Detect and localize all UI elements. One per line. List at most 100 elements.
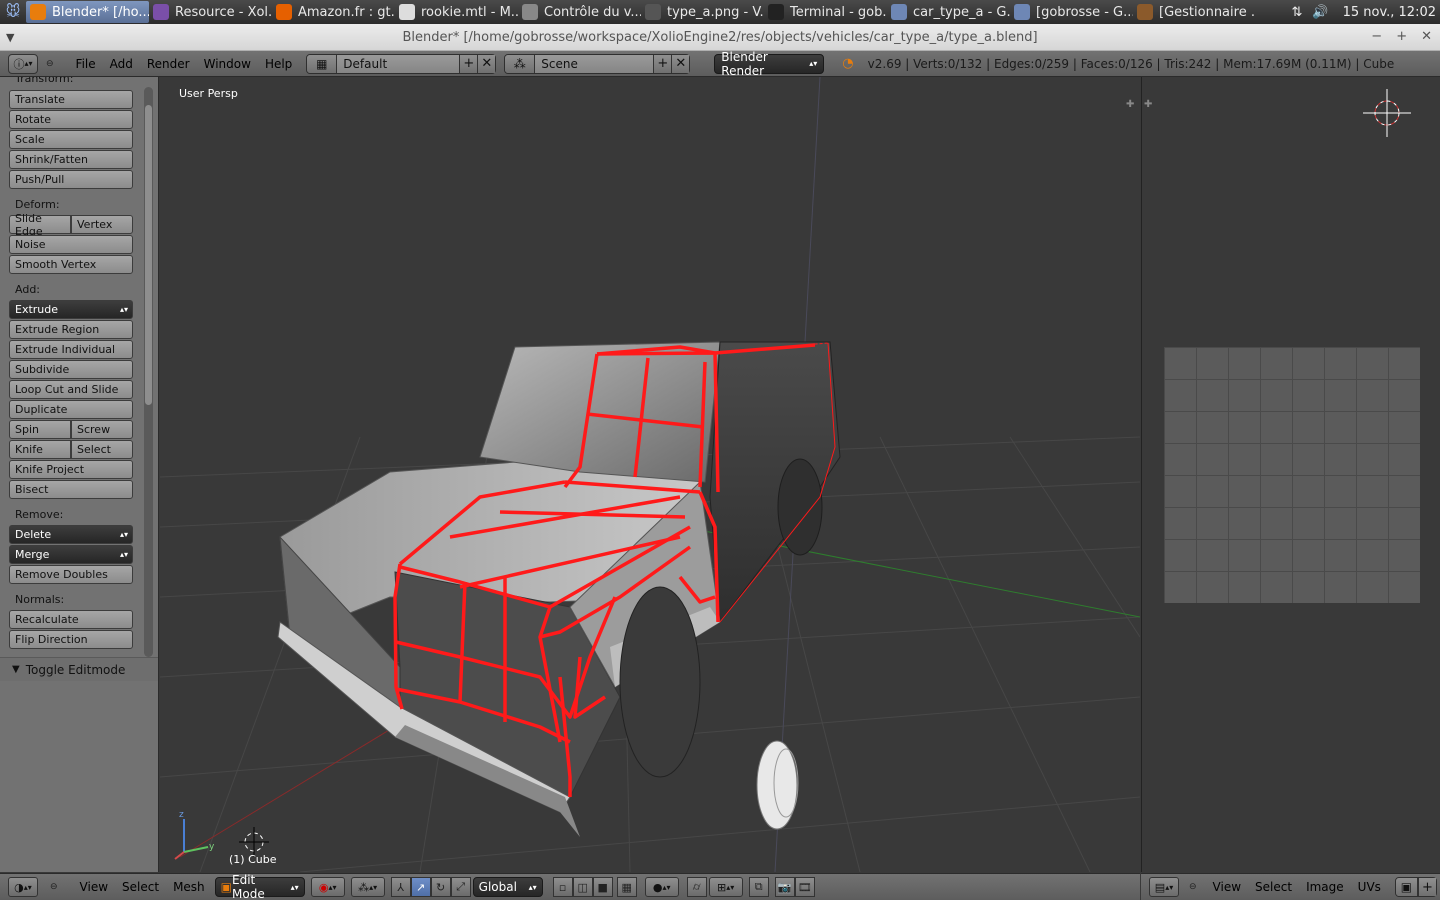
menu-file[interactable]: File — [76, 57, 96, 71]
clock[interactable]: 15 nov., 12:02 — [1343, 5, 1436, 20]
3d-viewport[interactable]: z y User Persp (1) Cube ✚ — [160, 77, 1140, 872]
proportional-editing-dropdown[interactable]: ● ▴▾ — [644, 877, 679, 897]
snap-element-dropdown[interactable]: ⊞ ▴▾ — [708, 877, 743, 897]
remove-doubles-button[interactable]: Remove Doubles — [9, 565, 133, 584]
taskbar-item[interactable]: Resource - Xol... — [149, 1, 272, 23]
toggle-editmode-panel[interactable]: ▼ Toggle Editmode — [0, 657, 158, 681]
recalculate-button[interactable]: Recalculate — [9, 610, 133, 629]
menu-uvs[interactable]: UVs — [1358, 880, 1381, 894]
screw-button[interactable]: Screw — [71, 420, 133, 439]
network-icon[interactable]: ⇅ — [1291, 5, 1302, 20]
shrink-fatten-button[interactable]: Shrink/Fatten — [9, 150, 133, 169]
scale-button[interactable]: Scale — [9, 130, 133, 149]
knife-select-button[interactable]: Select — [71, 440, 133, 459]
screen-layout-selector[interactable]: ▦ Default + ✕ — [306, 53, 497, 74]
taskbar-item[interactable]: Contrôle du v... — [518, 1, 641, 23]
pivot-point-dropdown[interactable]: ⁂ ▴▾ — [350, 877, 385, 897]
collapse-menu-button[interactable]: ⊖ — [46, 59, 54, 69]
menu-mesh[interactable]: Mesh — [173, 880, 205, 894]
push-pull-button[interactable]: Push/Pull — [9, 170, 133, 189]
volume-icon[interactable]: 🔊 — [1312, 5, 1328, 20]
delete-dropdown[interactable]: Delete ▴▾ — [9, 525, 133, 544]
close-button[interactable]: ✕ — [1421, 29, 1432, 44]
taskbar-item[interactable]: Amazon.fr : gt... — [272, 1, 395, 23]
extrude-individual-button[interactable]: Extrude Individual — [9, 340, 133, 359]
render-engine-dropdown[interactable]: Blender Render ▴▾ — [714, 50, 825, 78]
editor-type-button[interactable]: ▤ ▴▾ — [1149, 877, 1179, 897]
menu-image[interactable]: Image — [1306, 880, 1344, 894]
taskbar-item[interactable]: car_type_a - G... — [887, 1, 1010, 23]
loop-cut-button[interactable]: Loop Cut and Slide — [9, 380, 133, 399]
vertex-slide-button[interactable]: Vertex — [71, 215, 133, 234]
render-animation-icon[interactable]: 🎞 — [794, 877, 815, 897]
delete-scene-button[interactable]: ✕ — [671, 54, 690, 73]
slide-edge-button[interactable]: Slide Edge — [9, 212, 71, 238]
duplicate-button[interactable]: Duplicate — [9, 400, 133, 419]
window-menu-icon[interactable]: ▼ — [6, 31, 14, 44]
scene-name[interactable]: Scene — [535, 54, 654, 73]
collapse-menu-button[interactable]: ⊖ — [1189, 882, 1197, 892]
taskbar-item[interactable]: rookie.mtl - M... — [395, 1, 518, 23]
tool-shelf-scrollbar[interactable] — [144, 87, 153, 657]
scene-selector[interactable]: ⁂ Scene + ✕ — [504, 53, 691, 74]
transform-orientation-dropdown[interactable]: Global ▴▾ — [472, 877, 543, 897]
rotate-manipulator-icon[interactable]: ↻ — [430, 877, 451, 897]
layout-icon[interactable]: ▦ — [307, 54, 338, 73]
collapse-menu-button[interactable]: ⊖ — [50, 882, 58, 892]
add-scene-button[interactable]: + — [653, 54, 672, 73]
area-split-handle[interactable]: ✚ — [1144, 99, 1152, 110]
rotate-button[interactable]: Rotate — [9, 110, 133, 129]
viewport-shading-dropdown[interactable]: ◉ ▴▾ — [310, 877, 345, 897]
menu-help[interactable]: Help — [265, 57, 292, 71]
disclosure-triangle-icon[interactable]: ▼ — [12, 664, 20, 675]
merge-dropdown[interactable]: Merge ▴▾ — [9, 545, 133, 564]
knife-project-button[interactable]: Knife Project — [9, 460, 133, 479]
editor-type-button[interactable]: ◑ ▴▾ — [8, 877, 38, 897]
taskbar-item[interactable]: [gobrosse - G... — [1010, 1, 1133, 23]
image-browse-icon[interactable]: ▣ — [1395, 878, 1418, 896]
limit-selection-icon[interactable]: ▦ — [616, 877, 637, 897]
face-select-icon[interactable]: ■ — [592, 877, 613, 897]
maximize-button[interactable]: + — [1396, 29, 1407, 44]
bisect-button[interactable]: Bisect — [9, 480, 133, 499]
scene-icon[interactable]: ⁂ — [505, 54, 536, 73]
render-image-icon[interactable]: 📷 — [774, 877, 795, 897]
spin-button[interactable]: Spin — [9, 420, 71, 439]
uv-image-editor[interactable]: ✚ — [1141, 77, 1440, 872]
menu-view[interactable]: View — [80, 880, 108, 894]
translate-button[interactable]: Translate — [9, 90, 133, 109]
snap-toggle-icon[interactable]: ⌭ — [686, 877, 707, 897]
menu-add[interactable]: Add — [110, 57, 133, 71]
navigation-widget-icon[interactable] — [1357, 83, 1417, 143]
subdivide-button[interactable]: Subdivide — [9, 360, 133, 379]
scrollbar-thumb[interactable] — [145, 105, 152, 405]
extrude-dropdown[interactable]: Extrude ▴▾ — [9, 300, 133, 319]
menu-view[interactable]: View — [1213, 880, 1241, 894]
taskbar-item[interactable]: Blender* [/ho... — [26, 1, 149, 23]
menu-window[interactable]: Window — [204, 57, 251, 71]
noise-button[interactable]: Noise — [9, 235, 133, 254]
menu-select[interactable]: Select — [1255, 880, 1292, 894]
flip-direction-button[interactable]: Flip Direction — [9, 630, 133, 649]
translate-manipulator-icon[interactable]: ↗ — [410, 877, 431, 897]
manipulator-toggle-icon[interactable]: ⅄ — [390, 877, 411, 897]
editor-type-button[interactable]: ⓘ ▴▾ — [8, 53, 38, 74]
minimize-button[interactable]: − — [1371, 29, 1382, 44]
uv-grid[interactable] — [1164, 347, 1420, 603]
vertex-select-icon[interactable]: ▫ — [552, 877, 573, 897]
new-image-button[interactable]: + — [1417, 878, 1436, 896]
viewport-scene[interactable]: z y — [160, 77, 1140, 872]
screen-layout-name[interactable]: Default — [337, 54, 460, 73]
area-split-handle[interactable]: ✚ — [1126, 99, 1134, 110]
edge-select-icon[interactable]: ◫ — [572, 877, 593, 897]
opengl-render-icon[interactable]: ⧉ — [748, 877, 769, 897]
mode-dropdown[interactable]: ▣ Edit Mode ▴▾ — [214, 873, 305, 900]
extrude-region-button[interactable]: Extrude Region — [9, 320, 133, 339]
taskbar-item[interactable]: Terminal - gob... — [764, 1, 887, 23]
image-browse-selector[interactable]: ▣ + — [1394, 877, 1437, 897]
menu-render[interactable]: Render — [147, 57, 190, 71]
taskbar-item[interactable]: type_a.png - V... — [641, 1, 764, 23]
add-layout-button[interactable]: + — [459, 54, 478, 73]
xfce-menu-icon[interactable]: 🐭 — [0, 0, 26, 24]
scale-manipulator-icon[interactable]: ⤢ — [450, 877, 471, 897]
